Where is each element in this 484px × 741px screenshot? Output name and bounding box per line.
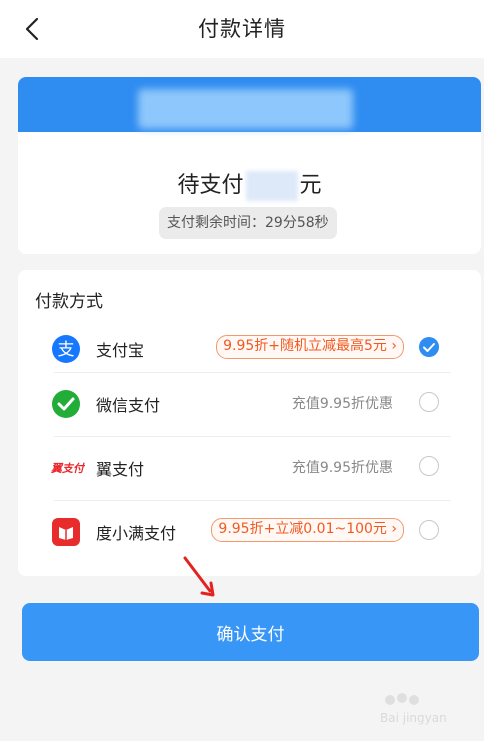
radio-unchecked-icon[interactable]: [419, 392, 439, 412]
confirm-payment-button[interactable]: 确认支付: [22, 603, 479, 661]
payment-option-duxiaoman[interactable]: 度小满支付 9.95折+立减0.01~100元 ›: [18, 500, 481, 564]
payment-option-bestpay[interactable]: 翼支付 翼支付 充值9.95折优惠: [18, 436, 481, 500]
pending-amount: 待支付 元: [18, 167, 481, 201]
svg-text:Bai jingyan: Bai jingyan: [380, 711, 447, 725]
discount-note: 充值9.95折优惠: [291, 460, 393, 476]
page-title: 付款详情: [198, 17, 286, 41]
payment-summary-card: 待支付 元 支付剩余时间：29分58秒: [18, 77, 481, 254]
radio-unchecked-icon[interactable]: [419, 456, 439, 476]
wechat-pay-icon: [51, 389, 81, 419]
discount-note: 充值9.95折优惠: [291, 396, 393, 412]
blurred-amount: [245, 171, 298, 201]
section-label: 付款方式: [35, 292, 103, 312]
top-bar: 付款详情: [0, 0, 484, 58]
payment-option-name: 支付宝: [96, 341, 145, 360]
radio-checked-icon[interactable]: [419, 337, 439, 357]
payment-methods-card: 付款方式 支 支付宝 9.95折+随机立减最高5元 › 微信支付 充值9.95折…: [18, 270, 481, 576]
order-banner: [18, 77, 481, 132]
payment-option-name: 度小满支付: [96, 524, 177, 543]
payment-option-name: 翼支付: [96, 460, 145, 479]
countdown-timer: 支付剩余时间：29分58秒: [159, 207, 337, 239]
blurred-order-info: [138, 89, 353, 129]
alipay-icon: 支: [51, 334, 81, 364]
pending-label: 待支付: [177, 173, 244, 198]
promo-badge: 9.95折+立减0.01~100元 ›: [211, 518, 404, 542]
svg-text:翼支付: 翼支付: [51, 462, 85, 475]
promo-badge: 9.95折+随机立减最高5元 ›: [216, 335, 404, 359]
bestpay-icon: 翼支付: [50, 453, 86, 483]
duxiaoman-icon: [51, 517, 81, 547]
payment-option-name: 微信支付: [96, 396, 161, 415]
baidu-jingyan-watermark: Bai jingyan: [380, 693, 447, 725]
svg-text:支: 支: [58, 340, 75, 360]
radio-unchecked-icon[interactable]: [419, 520, 439, 540]
red-arrow-icon: [183, 556, 215, 597]
currency-unit: 元: [299, 173, 322, 198]
payment-option-wechat[interactable]: 微信支付 充值9.95折优惠: [18, 372, 481, 436]
